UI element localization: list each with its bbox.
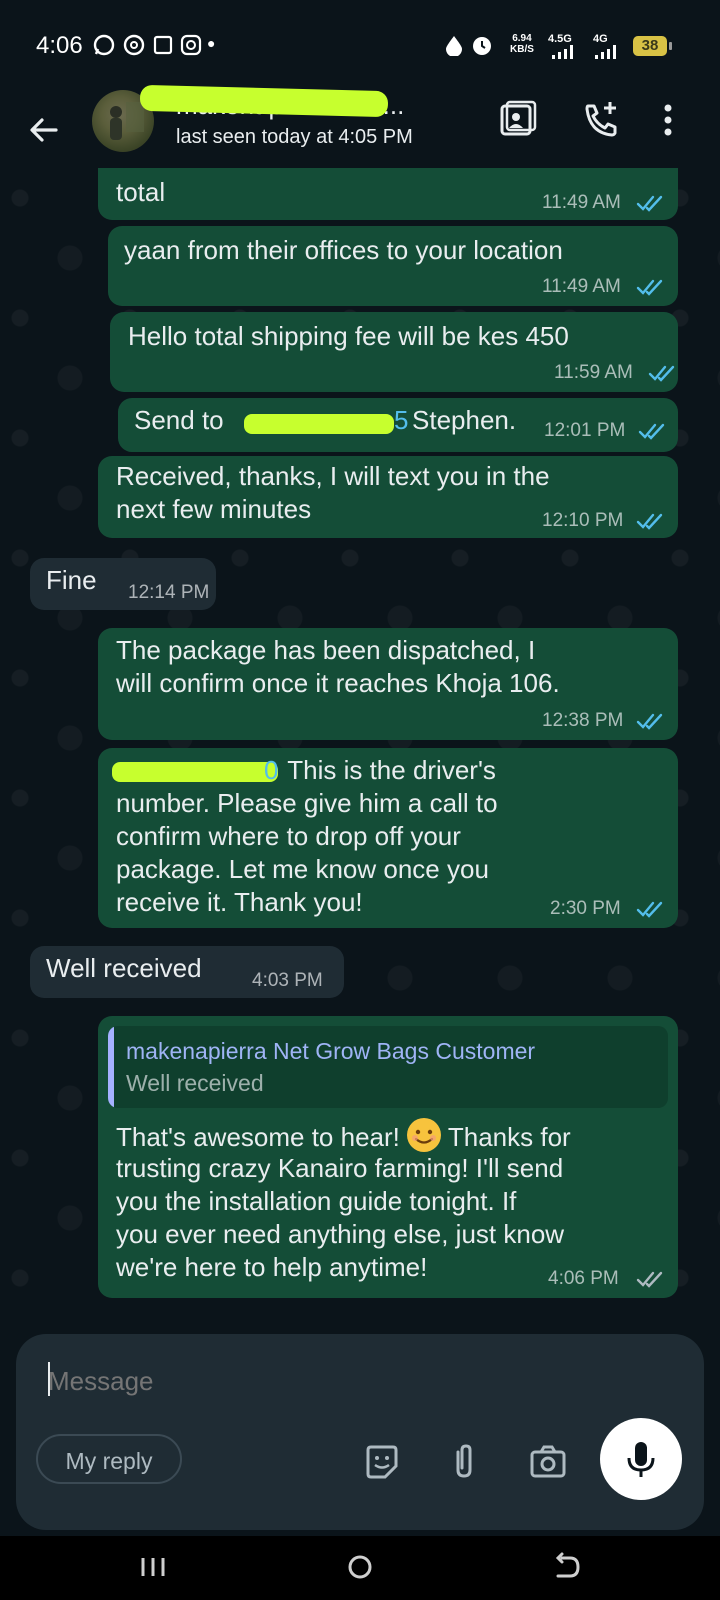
- voice-message-button[interactable]: [600, 1418, 682, 1500]
- read-receipt-icon: [648, 365, 675, 382]
- outgoing-message[interactable]: yaan from their offices to your location…: [108, 226, 678, 306]
- sim2-network-type: 4G: [593, 33, 608, 45]
- chat-header: makenapierra Net... last seen today at 4…: [0, 84, 720, 168]
- signal-icon: [552, 45, 573, 59]
- message-time: 11:49 AM: [542, 276, 621, 297]
- recent-apps-icon[interactable]: [136, 1550, 170, 1584]
- message-text: Well received: [46, 953, 202, 983]
- message-time: 12:01 PM: [544, 420, 626, 441]
- home-icon[interactable]: [343, 1550, 377, 1584]
- outgoing-message[interactable]: Send to 5 Stephen. 12:01 PM: [118, 398, 678, 452]
- message-text: Received, thanks, I will text you in the…: [116, 461, 550, 524]
- message-text-continued: trusting crazy Kanairo farming! I'll sen…: [116, 1153, 565, 1282]
- message-text-continued: number. Please give him a call to confir…: [116, 788, 498, 917]
- message-time: 11:59 AM: [554, 362, 633, 383]
- status-bar: 4:06 ● 6.94 KB/S 4.5G 4G 38: [0, 0, 720, 90]
- quoted-message[interactable]: makenapierra Net Grow Bags Customer Well…: [108, 1026, 668, 1108]
- network-speed: 6.94 KB/S: [510, 33, 534, 55]
- attach-icon[interactable]: [444, 1442, 484, 1482]
- sim1-network-type: 4.5G: [548, 33, 572, 45]
- more-options-icon[interactable]: [650, 98, 694, 142]
- message-text: yaan from their offices to your location: [124, 235, 563, 265]
- back-arrow-icon[interactable]: [26, 112, 62, 148]
- delivered-receipt-icon: [636, 1271, 663, 1288]
- outgoing-reply-message[interactable]: makenapierra Net Grow Bags Customer Well…: [98, 1016, 678, 1298]
- status-time: 4:06: [36, 32, 83, 59]
- message-time: 12:14 PM: [128, 582, 210, 603]
- quoted-text: Well received: [126, 1070, 264, 1096]
- quote-accent-bar: [108, 1026, 114, 1108]
- read-receipt-icon: [636, 713, 663, 730]
- message-time: 4:03 PM: [252, 970, 323, 991]
- system-navigation-bar: [0, 1536, 720, 1600]
- more-notifications-icon: ●: [207, 35, 216, 51]
- read-receipt-icon: [638, 423, 665, 440]
- microphone-icon: [627, 1442, 655, 1477]
- outgoing-message[interactable]: 0 This is the driver's number. Please gi…: [98, 748, 678, 928]
- instagram-icon: [180, 34, 202, 56]
- incoming-message[interactable]: Well received 4:03 PM: [30, 946, 344, 998]
- gallery-icon: [153, 35, 173, 55]
- add-call-icon[interactable]: [580, 98, 624, 142]
- message-time: 11:49 AM: [542, 192, 621, 213]
- whatsapp-icon: [93, 34, 115, 56]
- message-time: 4:06 PM: [548, 1268, 619, 1289]
- outgoing-message[interactable]: Received, thanks, I will text you in the…: [98, 456, 678, 538]
- outgoing-message[interactable]: The package has been dispatched, I will …: [98, 628, 678, 740]
- message-composer: My reply: [16, 1334, 704, 1530]
- incoming-message[interactable]: Fine 12:14 PM: [30, 558, 216, 610]
- read-receipt-icon: [636, 513, 663, 530]
- message-text: Fine: [46, 565, 97, 595]
- message-text: Stephen.: [412, 405, 517, 435]
- message-text: The package has been dispatched, I will …: [116, 635, 560, 698]
- message-text-prefix: Send to: [134, 405, 224, 435]
- message-text: That's awesome to hear! Thanks for: [116, 1118, 571, 1154]
- text-cursor: [48, 1362, 50, 1396]
- camera-icon[interactable]: [528, 1442, 568, 1482]
- signal-icon-2: [595, 45, 616, 59]
- quoted-sender: makenapierra Net Grow Bags Customer: [126, 1038, 536, 1064]
- redaction-highlight: [112, 762, 278, 782]
- message-time: 12:38 PM: [542, 710, 624, 731]
- alarm-icon: [473, 37, 491, 55]
- outgoing-message[interactable]: Hello total shipping fee will be kes 450…: [110, 312, 678, 392]
- smiling-face-emoji: [407, 1118, 442, 1152]
- message-input[interactable]: [46, 1360, 570, 1402]
- message-text: Hello total shipping fee will be kes 450: [128, 321, 569, 351]
- last-seen-status: last seen today at 4:05 PM: [176, 126, 413, 148]
- phone-number-link[interactable]: 0: [264, 754, 278, 787]
- message-text: This is the driver's: [280, 755, 496, 785]
- data-saver-icon: [446, 36, 462, 56]
- sticker-icon[interactable]: [362, 1442, 402, 1482]
- message-text: total: [116, 177, 166, 207]
- my-reply-chip[interactable]: My reply: [36, 1434, 182, 1484]
- read-receipt-icon: [636, 195, 663, 212]
- battery-icon: 38: [633, 36, 672, 56]
- contact-card-icon[interactable]: [496, 98, 540, 142]
- threads-icon: [123, 34, 145, 56]
- phone-number-link[interactable]: 5: [394, 404, 408, 437]
- read-receipt-icon: [636, 279, 663, 296]
- message-time: 12:10 PM: [542, 510, 624, 531]
- back-nav-icon[interactable]: [550, 1550, 584, 1584]
- read-receipt-icon: [636, 901, 663, 918]
- outgoing-message[interactable]: total 11:49 AM: [98, 168, 678, 220]
- message-time: 2:30 PM: [550, 898, 621, 919]
- redaction-highlight: [244, 414, 394, 434]
- message-list[interactable]: total 11:49 AM yaan from their offices t…: [0, 168, 720, 1314]
